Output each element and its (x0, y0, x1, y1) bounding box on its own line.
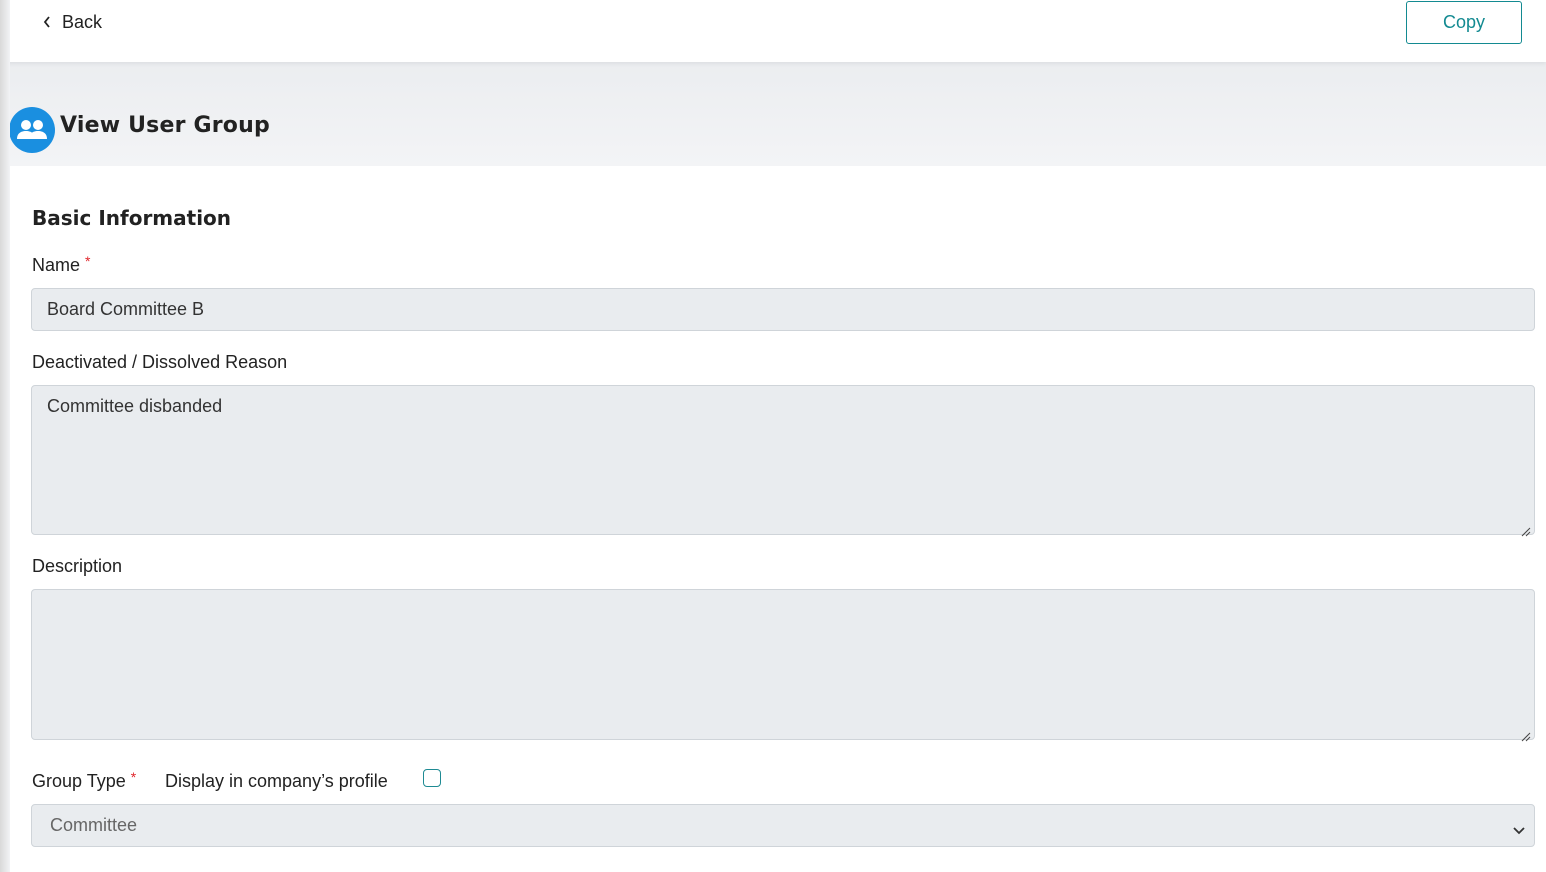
required-mark: * (85, 253, 91, 269)
left-edge-shadow (0, 0, 10, 872)
user-group-icon (9, 107, 55, 153)
group-type-select[interactable]: Committee (31, 804, 1535, 847)
chevron-left-icon (42, 15, 52, 29)
name-label: Name * (32, 253, 91, 276)
back-link[interactable]: Back (42, 10, 102, 34)
resize-grip-icon[interactable] (1521, 726, 1531, 742)
deactivated-reason-label: Deactivated / Dissolved Reason (32, 352, 288, 372)
name-value: Board Committee B (47, 299, 205, 319)
chevron-down-icon (1512, 820, 1526, 841)
description-textarea[interactable] (31, 589, 1535, 742)
display-in-profile-label: Display in company’s profile (165, 771, 388, 791)
deactivated-reason-value: Committee disbanded (47, 396, 223, 416)
back-label: Back (62, 11, 103, 32)
group-type-label-text: Group Type (32, 771, 126, 791)
copy-button[interactable]: Copy (1406, 1, 1522, 44)
description-label: Description (32, 556, 123, 576)
name-input[interactable]: Board Committee B (31, 288, 1535, 331)
required-mark: * (130, 769, 137, 785)
section-title: Basic Information (32, 206, 232, 230)
deactivated-reason-textarea[interactable]: Committee disbanded (31, 385, 1535, 537)
group-type-label: Group Type * (32, 769, 137, 792)
name-label-text: Name (32, 255, 81, 275)
top-bar: Back Copy (0, 0, 1546, 62)
display-in-profile-checkbox[interactable] (423, 769, 441, 787)
resize-grip-icon[interactable] (1521, 521, 1531, 537)
page-title: View User Group (60, 113, 270, 138)
group-type-selected-value: Committee (50, 815, 138, 835)
